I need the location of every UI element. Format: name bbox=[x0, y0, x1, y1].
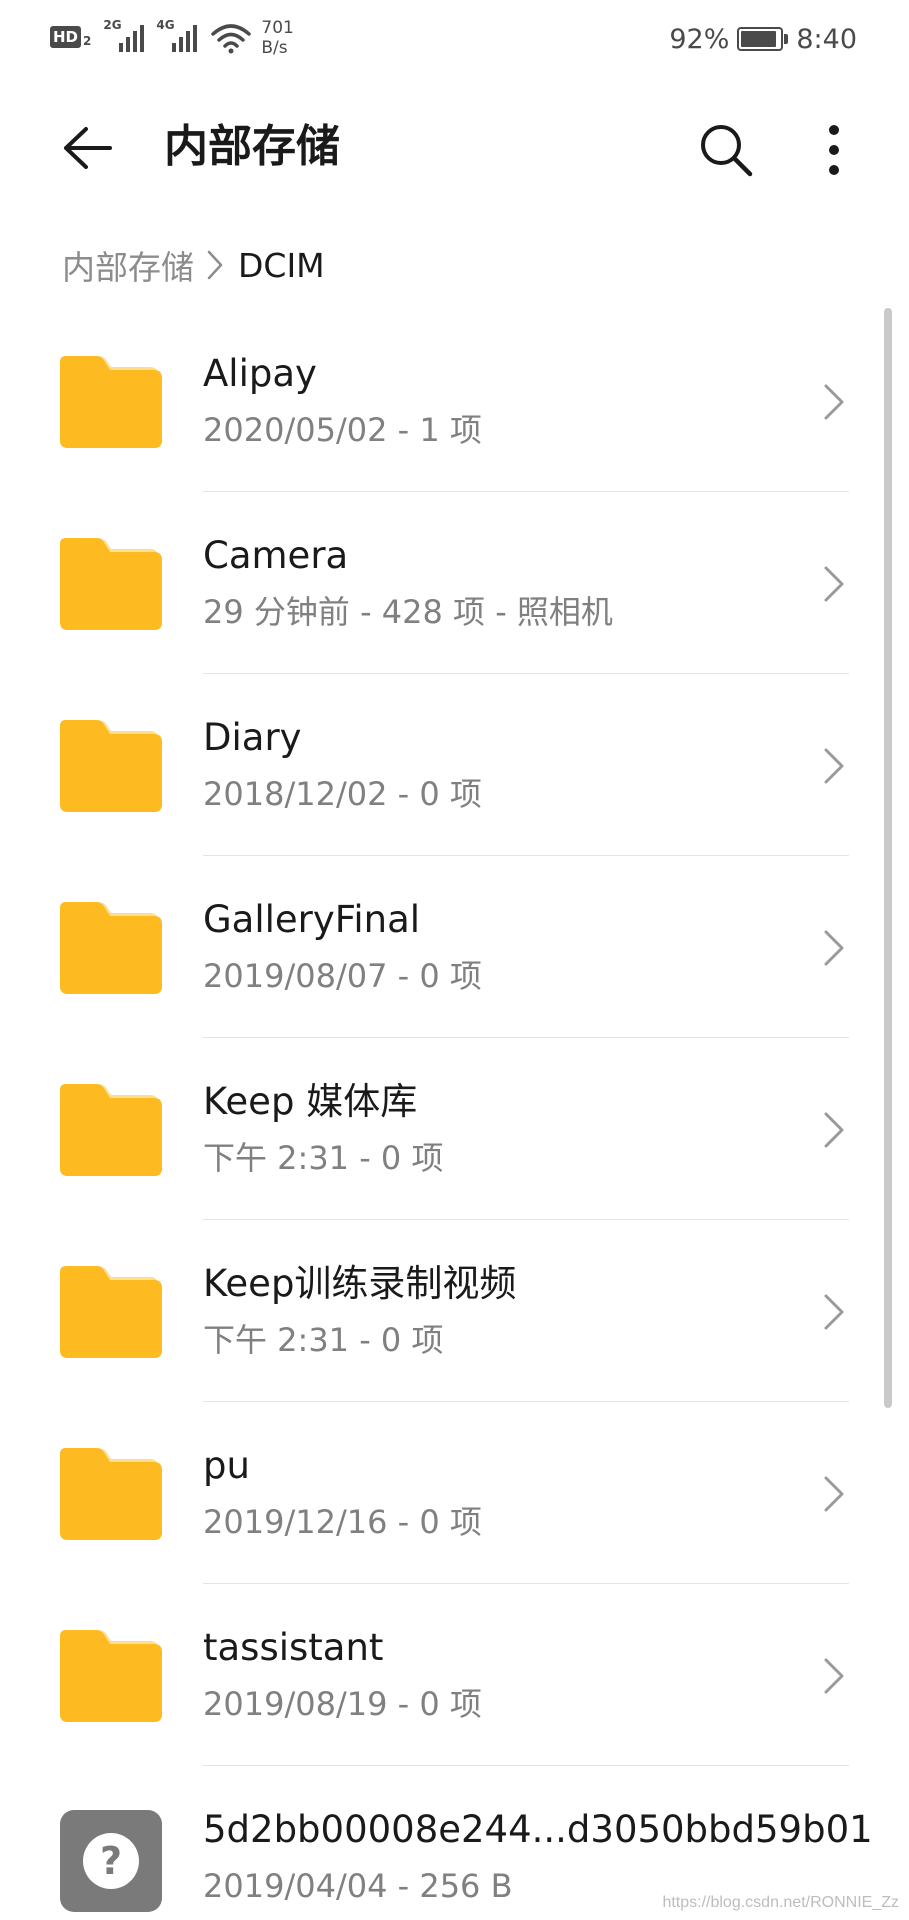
item-meta: 2018/12/02 - 0 项 bbox=[203, 775, 482, 813]
item-meta: 2019/08/07 - 0 项 bbox=[203, 957, 482, 995]
chevron-right-icon bbox=[819, 562, 849, 606]
list-item[interactable]: pu 2019/12/16 - 0 项 bbox=[0, 1402, 909, 1584]
more-vert-icon bbox=[829, 125, 839, 175]
item-name: Keep 媒体库 bbox=[203, 1080, 418, 1123]
item-name: pu bbox=[203, 1444, 250, 1487]
chevron-right-icon bbox=[819, 926, 849, 970]
chevron-right-icon bbox=[206, 249, 224, 281]
search-icon bbox=[701, 125, 753, 177]
watermark: https://blog.csdn.net/RONNIE_Zz bbox=[662, 1894, 899, 1911]
item-name: 5d2bb00008e244...d3050bbd59b01 bbox=[203, 1808, 873, 1851]
folder-icon bbox=[60, 1446, 162, 1540]
app-bar: 内部存储 bbox=[0, 76, 909, 218]
folder-icon bbox=[60, 354, 162, 448]
battery-percent: 92% bbox=[669, 23, 730, 55]
net-speed: 701 B/s bbox=[261, 18, 293, 58]
hd-voice-badge: HD 2 bbox=[50, 26, 91, 48]
breadcrumb-current: DCIM bbox=[238, 245, 325, 285]
signal-icon: 4G bbox=[156, 18, 198, 52]
status-right: 92% 8:40 bbox=[669, 22, 857, 56]
chevron-right-icon bbox=[819, 1472, 849, 1516]
folder-icon bbox=[60, 1082, 162, 1176]
chevron-right-icon bbox=[819, 1654, 849, 1698]
item-meta: 29 分钟前 - 428 项 - 照相机 bbox=[203, 593, 613, 631]
list-item[interactable]: tassistant 2019/08/19 - 0 项 bbox=[0, 1584, 909, 1766]
network-type-1: 2G bbox=[103, 18, 122, 32]
item-meta: 2020/05/02 - 1 项 bbox=[203, 411, 482, 449]
item-meta: 2019/08/19 - 0 项 bbox=[203, 1685, 482, 1723]
network-type-2: 4G bbox=[156, 18, 175, 32]
folder-icon bbox=[60, 718, 162, 812]
chevron-right-icon bbox=[819, 744, 849, 788]
battery-icon bbox=[737, 27, 789, 51]
item-meta: 2019/04/04 - 256 B bbox=[203, 1867, 513, 1905]
list-item[interactable]: Keep训练录制视频 下午 2:31 - 0 项 bbox=[0, 1220, 909, 1402]
search-button[interactable] bbox=[690, 114, 762, 186]
wifi-icon bbox=[211, 22, 252, 58]
status-left: HD 2 2G 4G 701 B/s bbox=[50, 18, 294, 62]
clock: 8:40 bbox=[796, 23, 857, 55]
item-name: tassistant bbox=[203, 1626, 384, 1669]
item-name: Alipay bbox=[203, 352, 317, 395]
file-list: Alipay 2020/05/02 - 1 项 Camera 29 分钟前 - … bbox=[0, 310, 909, 1920]
item-meta: 下午 2:31 - 0 项 bbox=[203, 1321, 444, 1359]
back-button[interactable] bbox=[52, 112, 124, 184]
signal-icon: 2G bbox=[103, 18, 145, 52]
item-meta: 2019/12/16 - 0 项 bbox=[203, 1503, 482, 1541]
item-name: GalleryFinal bbox=[203, 898, 421, 941]
list-item[interactable]: Camera 29 分钟前 - 428 项 - 照相机 bbox=[0, 492, 909, 674]
chevron-right-icon bbox=[819, 380, 849, 424]
folder-icon bbox=[60, 1628, 162, 1722]
folder-icon bbox=[60, 900, 162, 994]
page-title: 内部存储 bbox=[164, 121, 340, 172]
chevron-right-icon bbox=[819, 1108, 849, 1152]
item-name: Keep训练录制视频 bbox=[203, 1262, 517, 1305]
item-name: Diary bbox=[203, 716, 302, 759]
list-item[interactable]: Keep 媒体库 下午 2:31 - 0 项 bbox=[0, 1038, 909, 1220]
hd-sub-label: 2 bbox=[83, 34, 92, 48]
list-item[interactable]: Alipay 2020/05/02 - 1 项 bbox=[0, 310, 909, 492]
item-meta: 下午 2:31 - 0 项 bbox=[203, 1139, 444, 1177]
item-name: Camera bbox=[203, 534, 349, 577]
chevron-right-icon bbox=[819, 1290, 849, 1334]
net-speed-value: 701 bbox=[261, 18, 294, 38]
status-bar: HD 2 2G 4G 701 B/s 92% 8:40 bbox=[0, 0, 909, 76]
net-speed-unit: B/s bbox=[261, 38, 288, 58]
hd-label: HD bbox=[50, 26, 82, 48]
list-item[interactable]: Diary 2018/12/02 - 0 项 bbox=[0, 674, 909, 856]
file-manager-screen: HD 2 2G 4G 701 B/s 92% 8:40 内部存储 内部存储 DC… bbox=[0, 0, 909, 1920]
scrollbar[interactable] bbox=[884, 308, 892, 1408]
back-arrow-icon bbox=[64, 127, 112, 169]
breadcrumb-root[interactable]: 内部存储 bbox=[62, 241, 194, 289]
folder-icon bbox=[60, 536, 162, 630]
more-options-button[interactable] bbox=[802, 114, 866, 186]
list-item[interactable]: GalleryFinal 2019/08/07 - 0 项 bbox=[0, 856, 909, 1038]
folder-icon bbox=[60, 1264, 162, 1358]
breadcrumb: 内部存储 DCIM bbox=[62, 240, 325, 290]
unknown-file-icon: ? bbox=[60, 1810, 162, 1912]
